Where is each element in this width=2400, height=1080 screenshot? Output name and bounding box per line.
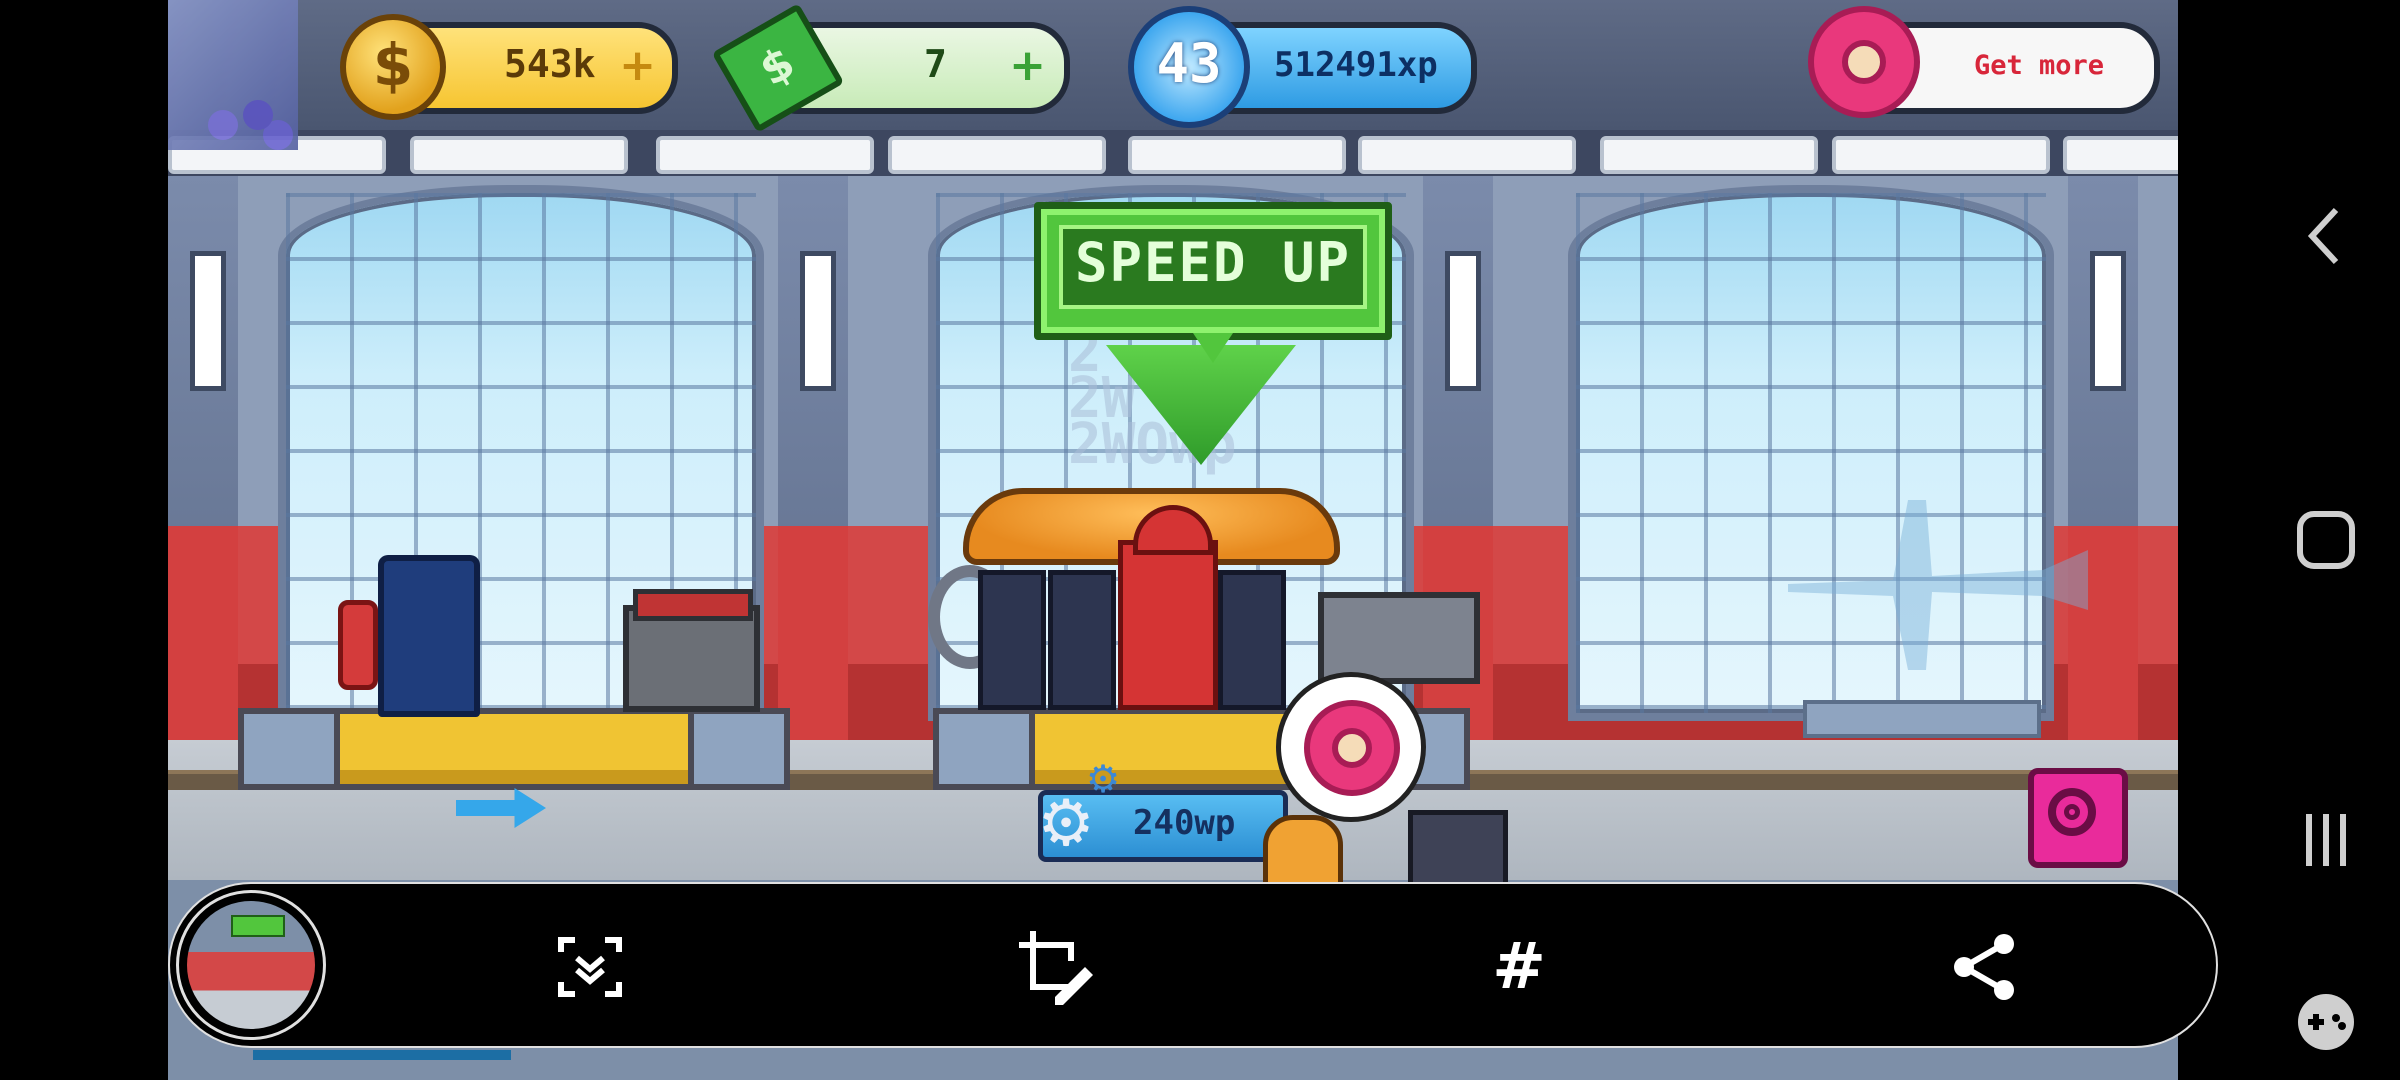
engine-block[interactable]: [623, 589, 760, 712]
pillar: [778, 176, 848, 746]
pillar: [168, 176, 238, 746]
factory-window: [1568, 185, 2054, 721]
gamepad-icon: [2298, 994, 2354, 1050]
level-badge: 43: [1128, 6, 1250, 128]
blue-machine[interactable]: [378, 555, 480, 717]
share-icon: [1954, 934, 2014, 1000]
recent-apps-button[interactable]: [2286, 800, 2366, 880]
fox-character: [1263, 815, 1343, 890]
scroll-capture-icon: [558, 937, 622, 997]
worker[interactable]: [1048, 570, 1116, 710]
scroll-indicator: [253, 1050, 511, 1060]
ceiling-lamp: [888, 136, 1106, 174]
add-coins-icon[interactable]: +: [619, 40, 656, 91]
conveyor-right[interactable]: [1803, 700, 2041, 738]
speed-up-banner[interactable]: SPEED UP: [1034, 202, 1392, 363]
target-button[interactable]: [2028, 768, 2128, 868]
tags-button[interactable]: #: [1476, 924, 1562, 1010]
scroll-capture-button[interactable]: [547, 924, 633, 1010]
worker-main[interactable]: [1118, 505, 1218, 710]
ceiling-lamp: [1358, 136, 1576, 174]
conveyor-left[interactable]: [238, 708, 790, 790]
gear-small-icon: ⚙: [1085, 757, 1121, 801]
donut-icon: [1304, 700, 1400, 796]
add-cash-icon[interactable]: +: [1009, 40, 1046, 91]
screenshot-thumbnail[interactable]: [176, 890, 326, 1040]
fire-extinguisher: [338, 600, 378, 690]
coins-value: 543k: [504, 42, 596, 86]
chevron-left-icon: [2307, 207, 2339, 265]
donut-currency-icon: [1808, 6, 1920, 118]
ceiling-lights: [168, 130, 2178, 176]
ceiling-lamp: [2063, 136, 2178, 174]
player-avatar[interactable]: [168, 0, 298, 150]
worker[interactable]: [978, 570, 1046, 710]
wp-value: 240wp: [1133, 803, 1236, 843]
cash-value: 7: [924, 42, 947, 86]
wp-gauge[interactable]: ⚙ ⚙ 240wp: [1037, 759, 1288, 862]
home-button[interactable]: [2286, 500, 2366, 580]
back-button[interactable]: [2286, 196, 2366, 276]
get-more-label: Get more: [1974, 50, 2105, 81]
speed-up-label: SPEED UP: [1059, 225, 1367, 309]
xp-value: 512491xp: [1274, 45, 1438, 85]
ceiling-lamp: [656, 136, 874, 174]
ceiling-lamp: [410, 136, 628, 174]
recent-apps-icon: [2306, 814, 2346, 866]
pillar: [2068, 176, 2138, 746]
ceiling-lamp: [1600, 136, 1818, 174]
grinder-machine[interactable]: [1318, 592, 1480, 684]
game-tools-button[interactable]: [2286, 982, 2366, 1062]
share-button[interactable]: [1942, 924, 2028, 1010]
crop-edit-icon: [1019, 931, 1093, 1005]
donut-bubble[interactable]: [1276, 672, 1426, 822]
ceiling-lamp: [1832, 136, 2050, 174]
hashtag-icon: #: [1492, 930, 1546, 1004]
ceiling-lamp: [1128, 136, 1346, 174]
home-square-icon: [2297, 511, 2355, 569]
worker-group[interactable]: [968, 505, 1328, 710]
crate: [1408, 810, 1508, 890]
draw-crop-button[interactable]: [1012, 924, 1098, 1010]
coin-icon: $: [340, 14, 446, 120]
screenshot-toolbar: #: [168, 882, 2218, 1048]
